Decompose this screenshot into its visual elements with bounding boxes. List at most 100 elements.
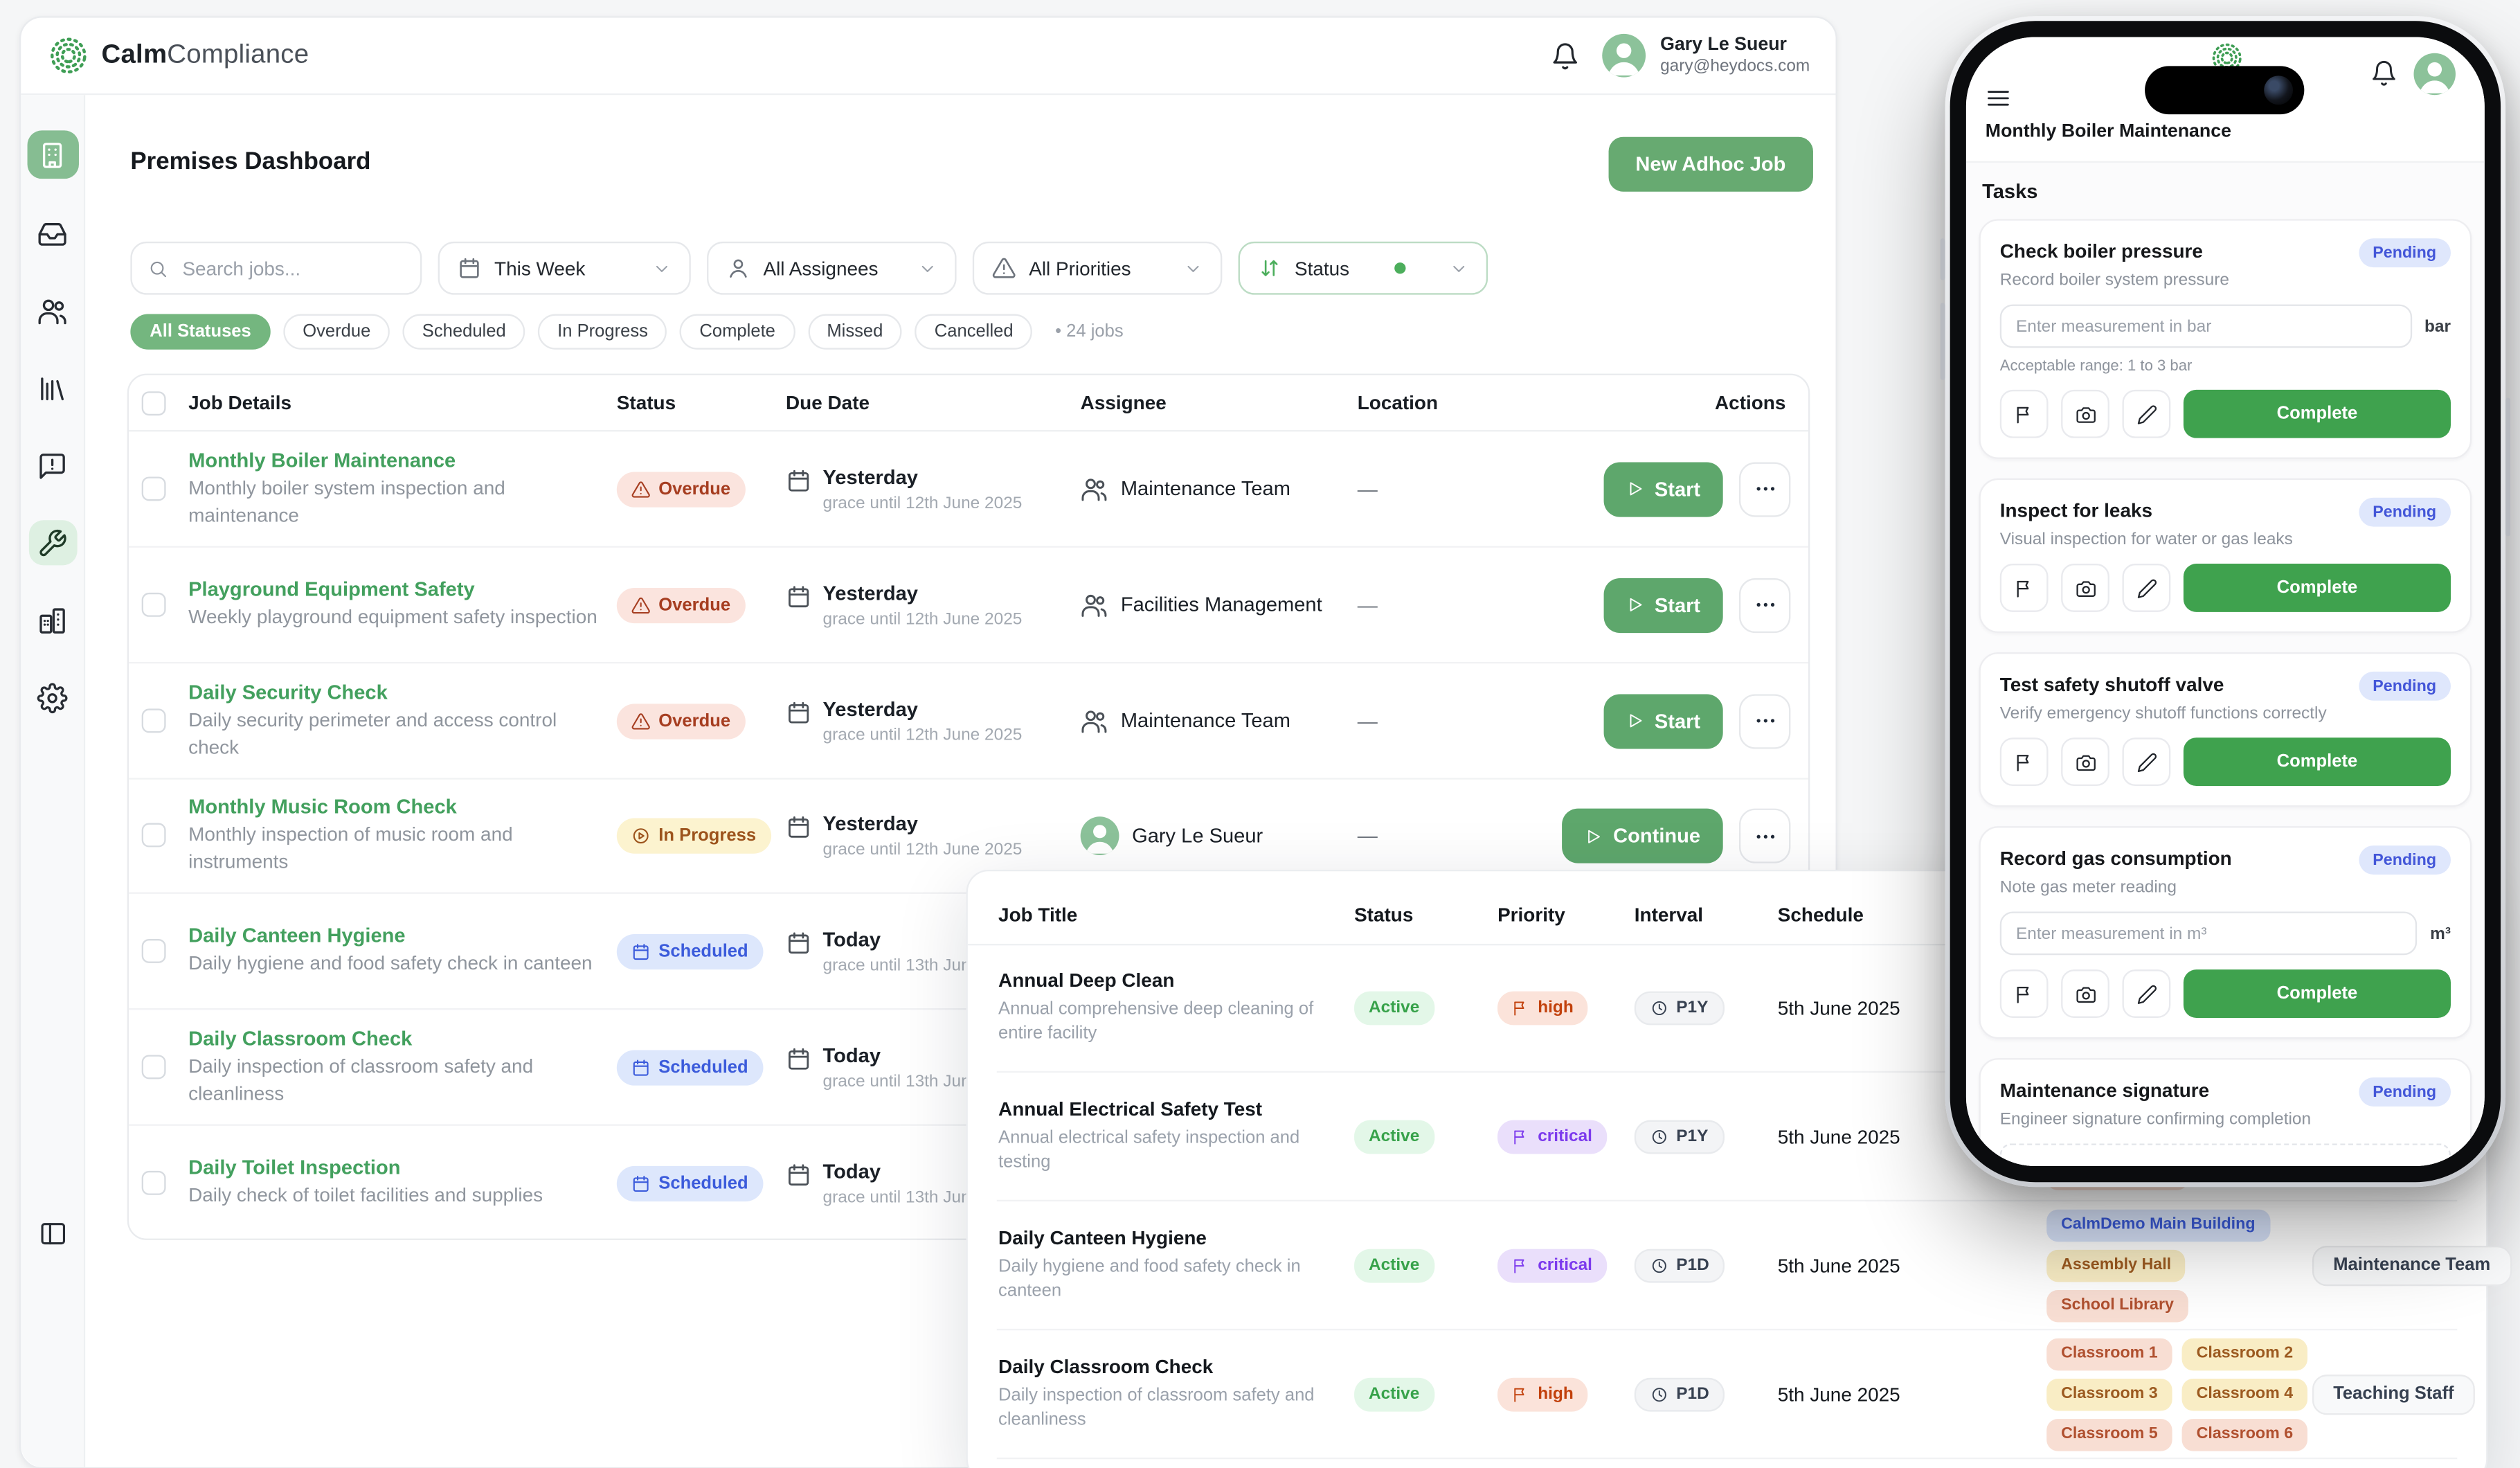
row-more-button[interactable] (1739, 578, 1790, 632)
job-row: Playground Equipment SafetyWeekly playgr… (129, 548, 1808, 663)
job-title-link[interactable]: Playground Equipment Safety (188, 578, 604, 601)
priority-badge: high (1497, 990, 1588, 1024)
panel-status-cell: Active (1354, 1119, 1434, 1153)
status-tab-in-progress[interactable]: In Progress (538, 314, 667, 350)
job-title-link[interactable]: Monthly Boiler Maintenance (188, 449, 604, 472)
status-cell: In Progress (617, 818, 771, 854)
assignee-team-pill[interactable]: Teaching Staff (2312, 1374, 2475, 1414)
location-tag[interactable]: Classroom 1 (2046, 1338, 2172, 1370)
assignees-dropdown[interactable]: All Assignees (707, 242, 957, 295)
select-all-checkbox[interactable] (142, 391, 166, 415)
status-tab-missed[interactable]: Missed (807, 314, 902, 350)
new-adhoc-job-button[interactable]: New Adhoc Job (1608, 137, 1813, 192)
location-tag[interactable]: Classroom 6 (2182, 1418, 2307, 1451)
sidebar-item-library[interactable] (28, 366, 77, 411)
location-tag[interactable]: Classroom 3 (2046, 1378, 2172, 1411)
location-tag[interactable]: Classroom 5 (2046, 1418, 2172, 1451)
due-grace-note: grace until 12th June 2025 (823, 840, 1023, 859)
status-tab-scheduled[interactable]: Scheduled (403, 314, 525, 350)
complete-task-button[interactable]: Complete (2184, 564, 2451, 612)
sort-status-dropdown[interactable]: Status (1239, 242, 1488, 295)
notifications-bell-icon[interactable] (2370, 60, 2398, 87)
pending-badge: Pending (2358, 1077, 2451, 1107)
continue-job-button[interactable]: Continue (1562, 809, 1723, 863)
job-title-link[interactable]: Daily Canteen Hygiene (188, 924, 604, 947)
row-more-button[interactable] (1739, 809, 1790, 863)
start-job-button[interactable]: Start (1603, 578, 1722, 632)
panel-status-cell: Active (1354, 1377, 1434, 1411)
location-tag[interactable]: Classroom 2 (2182, 1338, 2307, 1370)
sidebar-item-people[interactable] (28, 288, 77, 333)
job-title-link[interactable]: Daily Classroom Check (188, 1027, 604, 1050)
user-avatar[interactable] (2413, 53, 2455, 95)
sidebar-item-organisation[interactable] (28, 598, 77, 643)
complete-task-button[interactable]: Complete (2184, 390, 2451, 438)
assignee-team-pill[interactable]: Maintenance Team (2312, 1245, 2512, 1285)
status-tab-overdue[interactable]: Overdue (283, 314, 390, 350)
flag-button[interactable] (2000, 969, 2049, 1018)
notifications-bell-icon[interactable] (1551, 41, 1580, 70)
pencil-button[interactable] (2123, 737, 2171, 786)
sidebar-item-settings[interactable] (28, 675, 77, 720)
sidebar (21, 95, 85, 1467)
flag-button[interactable] (2000, 737, 2049, 786)
pencil-button[interactable] (2123, 564, 2171, 612)
camera-button[interactable] (2061, 737, 2109, 786)
camera-button[interactable] (2061, 564, 2109, 612)
status-tab-cancelled[interactable]: Cancelled (915, 314, 1033, 350)
flag-button[interactable] (2000, 564, 2049, 612)
complete-task-button[interactable]: Complete (2184, 969, 2451, 1018)
actions-cell: Start (1603, 693, 1790, 748)
date-range-dropdown[interactable]: This Week (438, 242, 691, 295)
flag-button[interactable] (2000, 390, 2049, 438)
signature-pad[interactable] (2000, 1143, 2451, 1166)
panel-job-description: Daily inspection of classroom safety and… (998, 1384, 1336, 1433)
job-title-link[interactable]: Monthly Music Room Check (188, 796, 604, 818)
play-icon (1626, 480, 1644, 498)
flag-icon (1512, 1256, 1530, 1274)
row-checkbox[interactable] (142, 823, 166, 848)
camera-button[interactable] (2061, 390, 2109, 438)
status-tab-complete[interactable]: Complete (681, 314, 795, 350)
sidebar-item-issues[interactable] (28, 443, 77, 488)
priorities-value: All Priorities (1029, 257, 1131, 280)
measurement-input[interactable] (2000, 911, 2418, 955)
row-checkbox[interactable] (142, 592, 166, 616)
row-checkbox[interactable] (142, 1054, 166, 1078)
complete-task-button[interactable]: Complete (2184, 737, 2451, 786)
task-actions: Complete (2000, 737, 2451, 786)
sidebar-item-premises[interactable] (26, 130, 78, 179)
job-title-link[interactable]: Daily Toilet Inspection (188, 1156, 604, 1179)
panel-left-icon[interactable] (38, 1219, 67, 1248)
job-title-link[interactable]: Daily Security Check (188, 681, 604, 704)
location-tag[interactable]: Assembly Hall (2046, 1249, 2186, 1282)
status-badge: In Progress (617, 818, 771, 854)
priorities-dropdown[interactable]: All Priorities (973, 242, 1223, 295)
location-tag[interactable]: School Library (2046, 1289, 2188, 1322)
pencil-button[interactable] (2123, 390, 2171, 438)
start-job-button[interactable]: Start (1603, 461, 1722, 516)
menu-icon[interactable] (1986, 85, 2011, 111)
location-tag[interactable]: Classroom 4 (2182, 1378, 2307, 1411)
search-input[interactable] (179, 256, 404, 281)
flag-icon (1512, 1385, 1530, 1403)
interval-badge: P1D (1635, 1377, 1725, 1411)
start-job-button[interactable]: Start (1603, 693, 1722, 748)
row-checkbox[interactable] (142, 1170, 166, 1194)
row-more-button[interactable] (1739, 693, 1790, 748)
pencil-button[interactable] (2123, 969, 2171, 1018)
due-date-cell: Yesterdaygrace until 12th June 2025 (786, 465, 1022, 512)
sidebar-item-jobs[interactable] (28, 520, 77, 565)
sidebar-item-inbox[interactable] (28, 211, 77, 256)
row-checkbox[interactable] (142, 476, 166, 500)
measurement-input[interactable] (2000, 305, 2412, 348)
status-tab-all-statuses[interactable]: All Statuses (130, 314, 270, 350)
user-menu[interactable]: Gary Le Sueur gary@heydocs.com (1602, 33, 1810, 78)
panel-job-title: Daily Classroom Check (998, 1354, 1336, 1377)
row-checkbox[interactable] (142, 708, 166, 732)
row-checkbox[interactable] (142, 938, 166, 963)
camera-button[interactable] (2061, 969, 2109, 1018)
location-tag[interactable]: CalmDemo Main Building (2046, 1209, 2269, 1242)
row-more-button[interactable] (1739, 461, 1790, 516)
job-description: Daily hygiene and food safety check in c… (188, 950, 604, 977)
